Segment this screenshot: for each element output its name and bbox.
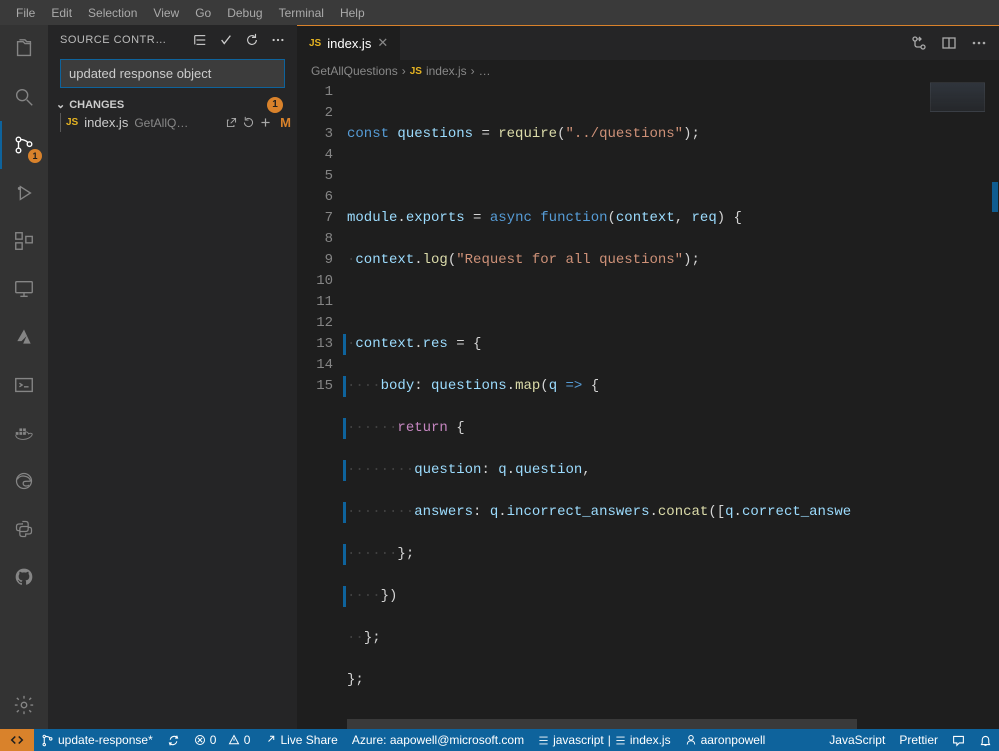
azure-icon[interactable] <box>0 313 48 361</box>
js-file-icon: JS <box>66 117 78 128</box>
discard-icon[interactable] <box>242 116 255 129</box>
bell-icon[interactable] <box>972 729 999 751</box>
menu-go[interactable]: Go <box>187 6 219 20</box>
refresh-icon[interactable] <box>245 33 259 47</box>
stage-icon[interactable] <box>259 116 272 129</box>
panel-title: SOURCE CONTR… <box>60 34 167 46</box>
compare-icon[interactable] <box>911 35 927 51</box>
terminal-panel-icon[interactable] <box>0 361 48 409</box>
minimap[interactable] <box>930 82 985 112</box>
breadcrumb-tail[interactable]: … <box>479 64 491 78</box>
activity-bar: 1 <box>0 25 48 729</box>
explorer-icon[interactable] <box>0 25 48 73</box>
tab-bar: JS index.js ✕ <box>297 25 999 60</box>
branch-status[interactable]: update-response* <box>34 729 160 751</box>
debug-icon[interactable] <box>0 169 48 217</box>
sync-status[interactable] <box>160 729 187 751</box>
menu-bar: File Edit Selection View Go Debug Termin… <box>0 0 999 25</box>
tab-title: index.js <box>327 36 371 51</box>
spaces-status[interactable]: javascript | index.js <box>531 729 678 751</box>
split-icon[interactable] <box>941 35 957 51</box>
view-tree-icon[interactable] <box>193 33 207 47</box>
extensions-icon[interactable] <box>0 217 48 265</box>
menu-help[interactable]: Help <box>332 6 373 20</box>
horizontal-scrollbar[interactable] <box>347 719 985 729</box>
file-dir: GetAllQ… <box>134 116 188 130</box>
commit-icon[interactable] <box>219 33 233 47</box>
breadcrumb-file[interactable]: index.js <box>426 64 467 78</box>
breadcrumb[interactable]: GetAllQuestions › JS index.js › … <box>297 60 999 82</box>
code-area[interactable]: 123456789101112131415 const questions = … <box>297 82 999 729</box>
vertical-scrollbar[interactable] <box>985 82 999 729</box>
line-numbers: 123456789101112131415 <box>297 82 347 729</box>
more-icon[interactable] <box>971 35 987 51</box>
changed-file-row[interactable]: JS index.js GetAllQ… M <box>48 113 297 132</box>
github-icon[interactable] <box>0 553 48 601</box>
remote-explorer-icon[interactable] <box>0 265 48 313</box>
docker-icon[interactable] <box>0 409 48 457</box>
chevron-down-icon: ⌄ <box>56 98 65 111</box>
file-status: M <box>280 115 291 130</box>
azure-status[interactable]: Azure: aapowell@microsoft.com <box>345 729 531 751</box>
changes-count-badge: 1 <box>267 97 283 113</box>
edge-icon[interactable] <box>0 457 48 505</box>
prettier-status[interactable]: Prettier <box>892 729 945 751</box>
feedback-icon[interactable] <box>945 729 972 751</box>
menu-edit[interactable]: Edit <box>43 6 80 20</box>
close-icon[interactable]: ✕ <box>377 35 388 51</box>
code-content[interactable]: const questions = require("../questions"… <box>347 82 999 729</box>
file-name: index.js <box>84 115 128 130</box>
breadcrumb-folder[interactable]: GetAllQuestions <box>311 64 398 78</box>
menu-view[interactable]: View <box>145 6 187 20</box>
js-file-icon: JS <box>309 38 321 49</box>
problems-status[interactable]: 0 0 <box>187 729 258 751</box>
menu-file[interactable]: File <box>8 6 43 20</box>
js-file-icon: JS <box>410 66 422 77</box>
editor: JS index.js ✕ GetAllQuestions › JS index… <box>297 25 999 729</box>
remote-indicator[interactable] <box>0 729 34 751</box>
status-bar: update-response* 0 0 Live Share Azure: a… <box>0 729 999 751</box>
commit-message-input[interactable] <box>60 59 285 88</box>
liveshare-status[interactable]: Live Share <box>257 729 344 751</box>
python-icon[interactable] <box>0 505 48 553</box>
more-icon[interactable] <box>271 33 285 47</box>
menu-debug[interactable]: Debug <box>219 6 270 20</box>
changes-section[interactable]: ⌄ CHANGES 1 <box>48 96 297 113</box>
user-status[interactable]: aaronpowell <box>678 729 773 751</box>
menu-selection[interactable]: Selection <box>80 6 145 20</box>
search-icon[interactable] <box>0 73 48 121</box>
language-status[interactable]: JavaScript <box>822 729 892 751</box>
scm-icon[interactable]: 1 <box>0 121 48 169</box>
menu-terminal[interactable]: Terminal <box>271 6 332 20</box>
source-control-panel: SOURCE CONTR… ⌄ CHANGES 1 JS index.js Ge… <box>48 25 297 729</box>
scm-badge: 1 <box>28 149 42 163</box>
settings-gear-icon[interactable] <box>0 681 48 729</box>
open-file-icon[interactable] <box>225 116 238 129</box>
tab-indexjs[interactable]: JS index.js ✕ <box>297 26 401 60</box>
changes-label: CHANGES <box>69 99 124 111</box>
